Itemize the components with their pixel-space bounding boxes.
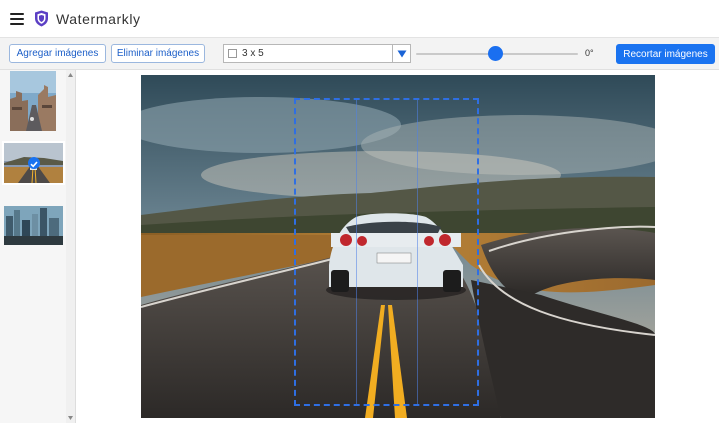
grid-size-value: 3 x 5: [242, 48, 264, 59]
remove-images-button[interactable]: Eliminar imágenes: [111, 44, 205, 63]
selected-check-icon: [28, 157, 40, 169]
crop-grid-line: [417, 100, 418, 404]
watermarkly-logo-icon: [35, 10, 48, 27]
scroll-down-arrow-icon[interactable]: [67, 415, 74, 421]
dropdown-arrow-icon[interactable]: [392, 45, 410, 62]
scroll-up-arrow-icon[interactable]: [67, 72, 74, 78]
grid-checkbox[interactable]: [228, 49, 237, 58]
crop-selection-frame[interactable]: [294, 98, 479, 406]
sidebar-scrollbar[interactable]: [66, 70, 75, 423]
image-thumbnails-sidebar: [0, 70, 76, 423]
city-street-thumbnail[interactable]: [10, 71, 56, 131]
app-header: Watermarkly: [0, 0, 719, 38]
slider-thumb[interactable]: [488, 46, 504, 61]
toolbar: Agregar imágenes Eliminar imágenes 3 x 5…: [0, 38, 719, 70]
crop-images-button[interactable]: Recortar imágenes: [616, 44, 715, 64]
app-title: Watermarkly: [56, 11, 141, 27]
add-images-button[interactable]: Agregar imágenes: [9, 44, 106, 63]
rotation-slider[interactable]: [416, 46, 578, 61]
crop-grid-line: [356, 100, 357, 404]
grid-size-select[interactable]: 3 x 5: [223, 44, 411, 63]
rotation-angle-value: 0°: [585, 48, 594, 58]
city-skyline-thumbnail[interactable]: [4, 206, 63, 245]
menu-icon[interactable]: [10, 13, 24, 25]
